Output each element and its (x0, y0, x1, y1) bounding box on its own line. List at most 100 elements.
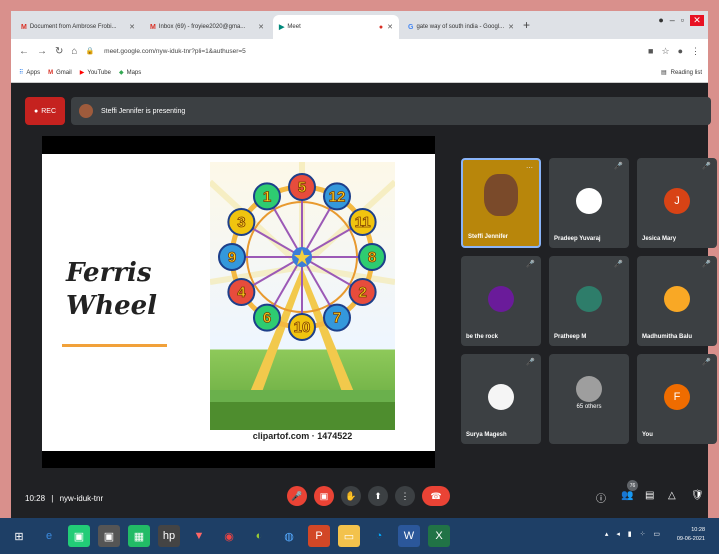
app-icon[interactable]: ▣ (98, 525, 120, 547)
url-field[interactable]: meet.google.com/nyw-iduk-tnr?pli=1&authu… (104, 48, 648, 55)
participant-avatar: J (664, 188, 690, 214)
gondola-number: 5 (298, 179, 306, 196)
bookmark-youtube[interactable]: YouTube (87, 70, 111, 76)
shared-slide: Ferris Wheel 5 12 11 8 2 7 10 6 4 9 3 1 … (42, 154, 435, 451)
rec-label: REC (41, 107, 56, 115)
youtube-icon: ▶ (79, 70, 85, 76)
participant-avatar: F (664, 384, 690, 410)
app-icon[interactable]: ▦ (128, 525, 150, 547)
back-icon[interactable]: ← (19, 46, 29, 57)
mic-toggle-button[interactable]: 🎤 (287, 486, 307, 506)
maximize-icon[interactable]: ▫ (681, 15, 684, 26)
chrome-icon[interactable]: ◉ (218, 525, 240, 547)
tab-document[interactable]: M Document from Ambrose Frobi... ✕ (15, 15, 141, 39)
taskbar-clock[interactable]: 10:28 09-06-2021 (677, 526, 705, 544)
profile-icon[interactable]: ● (658, 15, 663, 26)
slide-title-line: Wheel (66, 291, 158, 321)
windows-start-icon[interactable]: ⊞ (8, 525, 30, 547)
participant-tile[interactable]: 🎤 J Jesica Mary (637, 158, 717, 248)
menu-icon[interactable]: ⋮ (691, 46, 700, 57)
store-icon[interactable]: ▣ (68, 525, 90, 547)
app-icon[interactable]: ◐ (248, 525, 270, 547)
people-icon[interactable]: 👥 (621, 490, 633, 501)
close-tab-icon[interactable]: ✕ (129, 23, 135, 31)
gondola-number: 4 (237, 284, 246, 301)
participant-tile[interactable]: 🎤 Pratheep M (549, 256, 629, 346)
close-tab-icon[interactable]: ✕ (258, 23, 264, 31)
forward-icon[interactable]: → (37, 46, 47, 57)
clock-date: 09-06-2021 (676, 536, 705, 542)
edge-icon[interactable]: e (38, 525, 60, 547)
extension-icon[interactable]: ● (678, 46, 683, 56)
participant-tile[interactable]: 🎤 be the rock (461, 256, 541, 346)
raise-hand-button[interactable]: ✋ (341, 486, 361, 506)
app-icon[interactable]: ◍ (278, 525, 300, 547)
app-icon[interactable]: ▼ (188, 525, 210, 547)
participant-avatar (488, 286, 514, 312)
meeting-info: 10:28 | nyw-iduk-tnr (25, 494, 103, 503)
gondola-number: 3 (237, 214, 245, 231)
chat-icon[interactable]: ▤ (645, 490, 654, 501)
tab-meet[interactable]: ▶ Meet ● ✕ (273, 15, 399, 39)
powerpoint-icon[interactable]: P (308, 525, 330, 547)
file-explorer-icon[interactable]: ▭ (338, 525, 360, 547)
gmail-icon: M (21, 23, 27, 31)
leave-call-button[interactable]: ☎ (422, 486, 450, 506)
bookmark-gmail[interactable]: Gmail (56, 70, 72, 76)
new-tab-button[interactable]: + (523, 18, 530, 32)
app-icon[interactable]: ◔ (368, 525, 390, 547)
participant-name: Surya Magesh (466, 432, 507, 438)
address-bar: ← → ↻ ⌂ 🔒 meet.google.com/nyw-iduk-tnr?p… (11, 39, 708, 63)
close-tab-icon[interactable]: ✕ (387, 23, 393, 31)
participant-tile[interactable]: 🎤 Madhumitha Balu (637, 256, 717, 346)
excel-icon[interactable]: X (428, 525, 450, 547)
bookmark-maps[interactable]: Maps (127, 70, 142, 76)
hp-icon[interactable]: hp (158, 525, 180, 547)
mic-off-icon: 🎤 (702, 261, 711, 268)
home-icon[interactable]: ⌂ (71, 46, 77, 57)
gondola-number: 12 (329, 188, 346, 205)
more-options-icon[interactable]: ⋯ (526, 164, 533, 172)
mic-off-icon: 🎤 (702, 359, 711, 366)
mic-off-icon: 🎤 (526, 359, 535, 366)
more-options-button[interactable]: ⋮ (395, 486, 415, 506)
reload-icon[interactable]: ↻ (55, 46, 63, 57)
meet-control-bar: 10:28 | nyw-iduk-tnr 🎤 ▣ ✋ ⬆ ⋮ ☎ ⓘ 👥 76 … (11, 478, 708, 518)
recording-dot-icon: ● (378, 23, 384, 31)
self-tile[interactable]: 🎤 F You (637, 354, 717, 444)
participant-tile[interactable]: 🎤 Surya Magesh (461, 354, 541, 444)
info-icon[interactable]: ⓘ (596, 490, 606, 505)
activities-icon[interactable]: △ (668, 490, 676, 501)
participant-tile[interactable]: 🎤 Pradeep Yuvaraj (549, 158, 629, 248)
gondola-number: 1 (263, 188, 271, 205)
reading-list-button[interactable]: Reading list (671, 70, 702, 76)
participant-name: Madhumitha Balu (642, 334, 693, 340)
close-tab-icon[interactable]: ✕ (508, 23, 514, 31)
participant-name: Steffi Jennifer (468, 234, 509, 240)
close-window-icon[interactable]: ✕ (690, 15, 704, 26)
minimize-icon[interactable]: – (670, 15, 675, 26)
clock-time: 10:28 (691, 527, 705, 533)
others-tile[interactable]: 65 others (549, 354, 629, 444)
camera-toggle-button[interactable]: ▣ (314, 486, 334, 506)
present-button[interactable]: ⬆ (368, 486, 388, 506)
browser-chrome: M Document from Ambrose Frobi... ✕ M Inb… (11, 11, 708, 83)
word-icon[interactable]: W (398, 525, 420, 547)
star-icon[interactable]: ☆ (661, 46, 669, 57)
bookmarks-bar: ⠿ Apps M Gmail ▶ YouTube ◆ Maps ▤ Readin… (11, 63, 708, 83)
participant-video (484, 174, 518, 216)
participant-tile[interactable]: ⋯ Steffi Jennifer (461, 158, 541, 248)
participant-name: Jesica Mary (642, 236, 677, 242)
participant-avatar (576, 286, 602, 312)
mic-off-icon: 🎤 (526, 261, 535, 268)
participant-name: Pratheep M (554, 334, 587, 340)
bookmark-apps[interactable]: Apps (26, 70, 40, 76)
participant-name: be the rock (466, 334, 499, 340)
ferris-wheel-image: 5 12 11 8 2 7 10 6 4 9 3 1 (210, 162, 395, 430)
tab-inbox[interactable]: M Inbox (69) - froyiee2020@gma... ✕ (144, 15, 270, 39)
participant-avatar (488, 384, 514, 410)
tab-search[interactable]: G gate way of south india - Googl... ✕ (402, 15, 520, 39)
security-icon[interactable]: 🛡 (691, 490, 704, 501)
camera-icon[interactable]: ■ (648, 46, 653, 56)
system-tray[interactable]: ▴ ◂ ▮ ⁘ ▭ (605, 530, 663, 538)
